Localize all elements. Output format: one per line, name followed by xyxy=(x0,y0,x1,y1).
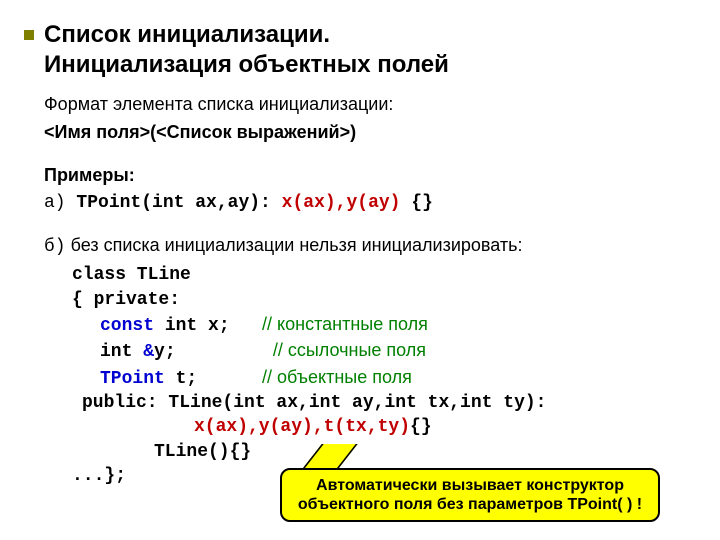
comment-ref: // ссылочные поля xyxy=(273,340,426,360)
format-intro: Формат элемента списка инициализации: xyxy=(44,92,690,116)
callout-text: Автоматически вызывает конструктор объек… xyxy=(298,477,642,513)
code-l5: TPoint t; // объектные поля xyxy=(44,365,690,391)
callout: Автоматически вызывает конструктор объек… xyxy=(280,468,660,522)
ex-b-text: без списка инициализации нельзя инициали… xyxy=(71,235,523,255)
example-b-line: б) без списка инициализации нельзя иници… xyxy=(44,233,690,259)
title-line-2: Инициализация объектных полей xyxy=(44,51,449,78)
code-l5-rest: t; xyxy=(165,369,197,389)
ex-a-suffix: {} xyxy=(411,193,433,213)
ex-a-init-list: x(ax),y(ay) xyxy=(271,193,411,213)
callout-box: Автоматически вызывает конструктор объек… xyxy=(280,468,660,522)
code-l6: public: TLine(int ax,int ay,int tx,int t… xyxy=(44,391,690,415)
type-tpoint: TPoint xyxy=(100,369,165,389)
code-l4-post: y; xyxy=(154,342,176,362)
code-l4: int &y; // ссылочные поля xyxy=(44,338,690,364)
body: Формат элемента списка инициализации: <И… xyxy=(44,92,690,488)
marker-a: а) xyxy=(44,193,66,213)
comment-obj: // объектные поля xyxy=(262,367,412,387)
code-l3: const int x; // константные поля xyxy=(44,312,690,338)
format-template: <Имя поля>(<Список выражений>) xyxy=(44,120,690,144)
slide-container: Список инициализации. Инициализация объе… xyxy=(0,0,720,540)
code-l4-pre: int xyxy=(100,342,143,362)
bullet-decor xyxy=(24,30,34,40)
keyword-const: const xyxy=(100,316,154,336)
code-l8: TLine(){} xyxy=(44,440,690,464)
ampersand: & xyxy=(143,342,154,362)
code-l7-suffix: {} xyxy=(410,417,432,437)
init-list-red: x(ax),y(ay),t(tx,ty) xyxy=(194,417,410,437)
comment-const: // константные поля xyxy=(262,314,428,334)
ex-a-prefix: TPoint(int ax,ay): xyxy=(76,193,270,213)
title-line-1: Список инициализации. xyxy=(44,21,330,48)
marker-b: б) xyxy=(44,237,66,257)
code-l1: class TLine xyxy=(44,263,690,287)
code-l2: { private: xyxy=(44,288,690,312)
code-l3-rest: int x; xyxy=(154,316,230,336)
examples-label: Примеры: xyxy=(44,163,690,187)
code-l7: x(ax),y(ay),t(tx,ty){} xyxy=(44,415,690,439)
example-a: а) TPoint(int ax,ay): x(ax),y(ay) {} xyxy=(44,191,690,215)
slide-title: Список инициализации. Инициализация объе… xyxy=(44,20,690,80)
